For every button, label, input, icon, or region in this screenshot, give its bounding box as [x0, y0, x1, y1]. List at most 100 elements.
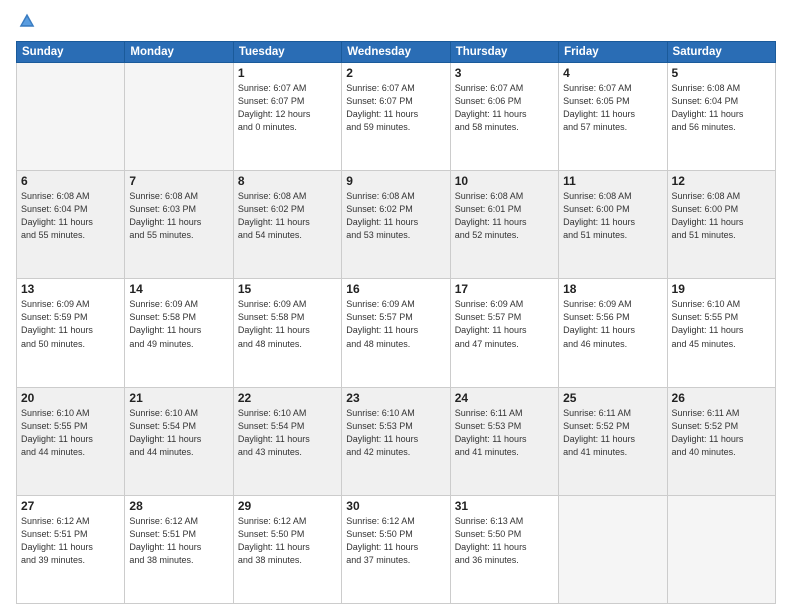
day-info: Sunrise: 6:11 AM Sunset: 5:52 PM Dayligh…	[672, 407, 771, 459]
day-number: 7	[129, 174, 228, 188]
day-number: 26	[672, 391, 771, 405]
day-number: 2	[346, 66, 445, 80]
day-info: Sunrise: 6:07 AM Sunset: 6:07 PM Dayligh…	[346, 82, 445, 134]
day-number: 30	[346, 499, 445, 513]
logo-icon	[18, 12, 36, 30]
day-info: Sunrise: 6:09 AM Sunset: 5:57 PM Dayligh…	[455, 298, 554, 350]
day-number: 16	[346, 282, 445, 296]
calendar-week-row: 1 Sunrise: 6:07 AM Sunset: 6:07 PM Daylig…	[17, 63, 776, 171]
day-number: 27	[21, 499, 120, 513]
weekday-header: Friday	[559, 42, 667, 63]
header-row: SundayMondayTuesdayWednesdayThursdayFrid…	[17, 42, 776, 63]
calendar-cell: 15 Sunrise: 6:09 AM Sunset: 5:58 PM Dayli…	[233, 279, 341, 387]
page: SundayMondayTuesdayWednesdayThursdayFrid…	[0, 0, 792, 612]
day-number: 20	[21, 391, 120, 405]
day-info: Sunrise: 6:12 AM Sunset: 5:51 PM Dayligh…	[21, 515, 120, 567]
day-number: 11	[563, 174, 662, 188]
calendar-cell: 21 Sunrise: 6:10 AM Sunset: 5:54 PM Dayli…	[125, 387, 233, 495]
calendar-cell: 12Sunrise: 6:08 AM Sunset: 6:00 PM Dayli…	[667, 171, 775, 279]
logo	[16, 12, 38, 35]
day-number: 29	[238, 499, 337, 513]
day-info: Sunrise: 6:07 AM Sunset: 6:06 PM Dayligh…	[455, 82, 554, 134]
day-info: Sunrise: 6:08 AM Sunset: 6:04 PM Dayligh…	[672, 82, 771, 134]
day-number: 1	[238, 66, 337, 80]
day-info: Sunrise: 6:11 AM Sunset: 5:53 PM Dayligh…	[455, 407, 554, 459]
day-number: 9	[346, 174, 445, 188]
weekday-header: Wednesday	[342, 42, 450, 63]
calendar-cell: 31 Sunrise: 6:13 AM Sunset: 5:50 PM Dayli…	[450, 495, 558, 603]
calendar-cell	[559, 495, 667, 603]
day-info: Sunrise: 6:12 AM Sunset: 5:50 PM Dayligh…	[238, 515, 337, 567]
calendar-cell: 1 Sunrise: 6:07 AM Sunset: 6:07 PM Daylig…	[233, 63, 341, 171]
day-number: 17	[455, 282, 554, 296]
day-info: Sunrise: 6:10 AM Sunset: 5:53 PM Dayligh…	[346, 407, 445, 459]
day-info: Sunrise: 6:08 AM Sunset: 6:04 PM Dayligh…	[21, 190, 120, 242]
weekday-header: Thursday	[450, 42, 558, 63]
calendar-cell	[125, 63, 233, 171]
day-info: Sunrise: 6:08 AM Sunset: 6:03 PM Dayligh…	[129, 190, 228, 242]
weekday-header: Sunday	[17, 42, 125, 63]
day-info: Sunrise: 6:10 AM Sunset: 5:55 PM Dayligh…	[672, 298, 771, 350]
day-info: Sunrise: 6:09 AM Sunset: 5:59 PM Dayligh…	[21, 298, 120, 350]
calendar-cell: 3 Sunrise: 6:07 AM Sunset: 6:06 PM Daylig…	[450, 63, 558, 171]
day-number: 8	[238, 174, 337, 188]
calendar-cell: 20 Sunrise: 6:10 AM Sunset: 5:55 PM Dayli…	[17, 387, 125, 495]
day-number: 3	[455, 66, 554, 80]
day-info: Sunrise: 6:08 AM Sunset: 6:00 PM Dayligh…	[563, 190, 662, 242]
day-info: Sunrise: 6:12 AM Sunset: 5:50 PM Dayligh…	[346, 515, 445, 567]
calendar-week-row: 6 Sunrise: 6:08 AM Sunset: 6:04 PM Daylig…	[17, 171, 776, 279]
weekday-header: Saturday	[667, 42, 775, 63]
day-number: 10	[455, 174, 554, 188]
day-number: 28	[129, 499, 228, 513]
day-number: 23	[346, 391, 445, 405]
calendar-week-row: 13Sunrise: 6:09 AM Sunset: 5:59 PM Dayli…	[17, 279, 776, 387]
calendar-cell: 16 Sunrise: 6:09 AM Sunset: 5:57 PM Dayli…	[342, 279, 450, 387]
calendar-cell: 8Sunrise: 6:08 AM Sunset: 6:02 PM Daylig…	[233, 171, 341, 279]
calendar-cell: 5 Sunrise: 6:08 AM Sunset: 6:04 PM Daylig…	[667, 63, 775, 171]
calendar-cell: 25Sunrise: 6:11 AM Sunset: 5:52 PM Dayli…	[559, 387, 667, 495]
day-info: Sunrise: 6:10 AM Sunset: 5:55 PM Dayligh…	[21, 407, 120, 459]
weekday-header: Tuesday	[233, 42, 341, 63]
calendar-cell: 17 Sunrise: 6:09 AM Sunset: 5:57 PM Dayli…	[450, 279, 558, 387]
calendar-cell: 11 Sunrise: 6:08 AM Sunset: 6:00 PM Dayli…	[559, 171, 667, 279]
day-number: 6	[21, 174, 120, 188]
day-info: Sunrise: 6:09 AM Sunset: 5:58 PM Dayligh…	[238, 298, 337, 350]
calendar-cell: 29 Sunrise: 6:12 AM Sunset: 5:50 PM Dayli…	[233, 495, 341, 603]
day-info: Sunrise: 6:09 AM Sunset: 5:58 PM Dayligh…	[129, 298, 228, 350]
calendar-cell: 14 Sunrise: 6:09 AM Sunset: 5:58 PM Dayli…	[125, 279, 233, 387]
calendar-cell: 6 Sunrise: 6:08 AM Sunset: 6:04 PM Daylig…	[17, 171, 125, 279]
day-number: 4	[563, 66, 662, 80]
calendar-cell: 10Sunrise: 6:08 AM Sunset: 6:01 PM Dayli…	[450, 171, 558, 279]
day-info: Sunrise: 6:13 AM Sunset: 5:50 PM Dayligh…	[455, 515, 554, 567]
day-number: 25	[563, 391, 662, 405]
calendar-table: SundayMondayTuesdayWednesdayThursdayFrid…	[16, 41, 776, 604]
calendar-cell: 27 Sunrise: 6:12 AM Sunset: 5:51 PM Dayli…	[17, 495, 125, 603]
day-info: Sunrise: 6:10 AM Sunset: 5:54 PM Dayligh…	[238, 407, 337, 459]
calendar-cell	[667, 495, 775, 603]
calendar-cell: 26 Sunrise: 6:11 AM Sunset: 5:52 PM Dayli…	[667, 387, 775, 495]
day-number: 21	[129, 391, 228, 405]
day-info: Sunrise: 6:08 AM Sunset: 6:02 PM Dayligh…	[346, 190, 445, 242]
day-info: Sunrise: 6:07 AM Sunset: 6:05 PM Dayligh…	[563, 82, 662, 134]
calendar-cell: 23 Sunrise: 6:10 AM Sunset: 5:53 PM Dayli…	[342, 387, 450, 495]
calendar-cell: 22 Sunrise: 6:10 AM Sunset: 5:54 PM Dayli…	[233, 387, 341, 495]
calendar-cell: 4 Sunrise: 6:07 AM Sunset: 6:05 PM Daylig…	[559, 63, 667, 171]
day-number: 12	[672, 174, 771, 188]
calendar-cell: 28 Sunrise: 6:12 AM Sunset: 5:51 PM Dayli…	[125, 495, 233, 603]
day-number: 31	[455, 499, 554, 513]
calendar-cell: 24 Sunrise: 6:11 AM Sunset: 5:53 PM Dayli…	[450, 387, 558, 495]
day-number: 22	[238, 391, 337, 405]
calendar-cell: 9 Sunrise: 6:08 AM Sunset: 6:02 PM Daylig…	[342, 171, 450, 279]
day-number: 5	[672, 66, 771, 80]
day-info: Sunrise: 6:10 AM Sunset: 5:54 PM Dayligh…	[129, 407, 228, 459]
day-number: 14	[129, 282, 228, 296]
day-number: 19	[672, 282, 771, 296]
day-number: 15	[238, 282, 337, 296]
calendar-cell: 13Sunrise: 6:09 AM Sunset: 5:59 PM Dayli…	[17, 279, 125, 387]
day-info: Sunrise: 6:09 AM Sunset: 5:57 PM Dayligh…	[346, 298, 445, 350]
calendar-cell	[17, 63, 125, 171]
day-info: Sunrise: 6:12 AM Sunset: 5:51 PM Dayligh…	[129, 515, 228, 567]
calendar-cell: 7 Sunrise: 6:08 AM Sunset: 6:03 PM Daylig…	[125, 171, 233, 279]
day-info: Sunrise: 6:07 AM Sunset: 6:07 PM Dayligh…	[238, 82, 337, 134]
day-number: 24	[455, 391, 554, 405]
